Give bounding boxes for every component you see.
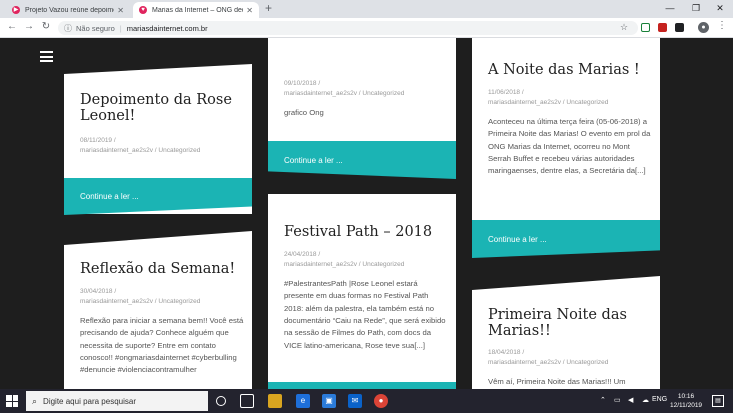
post-date[interactable]: 11/06/2018 [488,89,520,96]
address-toolbar: ← → ↻ ⓘ Não seguro | mariasdainternet.co… [0,18,733,38]
clock[interactable]: 10:16 12/11/2019 [670,392,702,410]
divider: | [119,23,122,33]
post-card: Reflexão da Semana! 30/04/2018 / mariasd… [64,231,252,389]
extension-icon[interactable] [675,23,684,32]
mail-icon[interactable]: ✉ [348,394,362,408]
url-text: mariasdainternet.com.br [126,23,208,33]
hamburger-menu-icon[interactable] [40,51,53,62]
close-icon[interactable]: ✕ [117,6,124,15]
post-excerpt: Aconteceu na última terça feira (05-06-2… [488,117,651,176]
heart-icon: ♥ [139,6,147,14]
post-title[interactable]: Depoimento da Rose Leonel! [80,92,245,125]
post-author[interactable]: mariasdainternet_ae2s2v [80,298,153,305]
security-label: Não seguro [76,23,115,33]
clock-time: 10:16 [677,393,695,400]
store-icon[interactable]: ▣ [322,394,336,408]
post-meta: 11/06/2018 / mariasdainternet_ae2s2v / U… [488,89,609,107]
search-placeholder: Digite aqui para pesquisar [43,396,136,406]
tab-title: Marias da Internet – ONG dedica [152,6,243,14]
people-icon[interactable]: ⌃ [600,396,606,404]
post-category[interactable]: Uncategorized [362,261,404,268]
volume-icon[interactable]: ◀ [628,396,633,404]
search-icon: ⌕ [32,395,38,406]
edge-icon[interactable]: e [296,394,310,408]
post-meta: 30/04/2018 / mariasdainternet_ae2s2v / U… [80,288,201,306]
post-category[interactable]: Uncategorized [158,147,200,154]
tab-marias-da-internet[interactable]: ♥ Marias da Internet – ONG dedica ✕ [133,2,259,18]
language-indicator[interactable]: ENG [652,396,667,403]
post-card: Festival Path – 2018 24/04/2018 / marias… [268,194,456,389]
post-author[interactable]: mariasdainternet_ae2s2v [488,359,561,366]
back-icon[interactable]: ← [5,21,19,32]
post-category[interactable]: Uncategorized [566,99,608,106]
minimize-icon[interactable]: — [660,0,680,16]
post-card: 09/10/2018 / mariasdainternet_ae2s2v / U… [268,38,456,153]
post-category[interactable]: Uncategorized [362,90,404,97]
post-title[interactable]: Festival Path – 2018 [284,224,449,241]
link-label: Continue a ler ... [488,234,547,244]
new-tab-button[interactable]: + [265,1,272,15]
forward-icon[interactable]: → [22,21,36,32]
post-card: A Noite das Marias ! 11/06/2018 / marias… [472,38,660,223]
post-excerpt: #PalestrantesPath |Rose Leonel estará pr… [284,279,446,350]
post-excerpt: Vêm aí, Primeira Noite das Marias!!! Um [488,377,626,386]
post-title[interactable]: Primeira Noite das Marias!! [488,307,653,340]
post-meta: 24/04/2018 / mariasdainternet_ae2s2v / U… [284,251,405,269]
post-title[interactable]: A Noite das Marias ! [488,62,653,79]
tab-projeto-vazou[interactable]: ▶ Projeto Vazou reúne depoimentos ✕ [6,2,130,18]
continue-reading-link[interactable]: Continue a ler ... [268,141,456,179]
chrome-icon[interactable]: ● [374,394,388,408]
link-label: Continue a ler ... [80,192,139,201]
post-author[interactable]: mariasdainternet_ae2s2v [284,261,357,268]
maximize-icon[interactable]: ❐ [686,0,706,16]
post-meta: 09/10/2018 / mariasdainternet_ae2s2v / U… [284,80,405,98]
post-meta: 18/04/2018 / mariasdainternet_ae2s2v / U… [488,349,609,367]
cortana-icon[interactable] [216,396,226,406]
post-card: Primeira Noite das Marias!! 18/04/2018 /… [472,276,660,389]
close-icon[interactable]: ✕ [246,6,253,15]
post-author[interactable]: mariasdainternet_ae2s2v [284,90,357,97]
file-explorer-icon[interactable] [268,394,282,408]
clock-date: 12/11/2019 [670,402,703,410]
link-label: Continue a ler ... [284,155,343,165]
close-window-icon[interactable]: ✕ [710,0,730,16]
youtube-icon: ▶ [12,6,20,14]
post-meta: 08/11/2019 / mariasdainternet_ae2s2v / U… [80,137,201,155]
task-view-icon[interactable] [240,394,254,408]
post-date[interactable]: 24/04/2018 [284,251,317,258]
post-excerpt: grafico Ong [284,108,324,117]
info-icon[interactable]: ⓘ [64,23,72,34]
post-title[interactable]: Reflexão da Semana! [80,261,245,278]
profile-avatar[interactable]: ● [698,22,709,33]
post-date[interactable]: 30/04/2018 [80,288,113,295]
notifications-icon[interactable]: ▤ [712,395,724,407]
website-viewport: Depoimento da Rose Leonel! 08/11/2019 / … [0,38,733,389]
continue-reading-link[interactable]: Continue a ler ... [472,220,660,258]
extension-icon[interactable] [641,23,650,32]
taskbar-search-input[interactable]: ⌕ Digite aqui para pesquisar [26,391,208,411]
continue-reading-link[interactable] [268,382,456,389]
menu-kebab-icon[interactable]: ⋮ [717,20,727,31]
post-author[interactable]: mariasdainternet_ae2s2v [488,99,561,106]
post-date[interactable]: 09/10/2018 [284,80,317,87]
post-date[interactable]: 18/04/2018 [488,349,521,356]
bookmark-star-icon[interactable]: ☆ [620,22,628,33]
url-bar[interactable]: ⓘ Não seguro | mariasdainternet.com.br [58,21,638,35]
post-excerpt: Reflexão para iniciar a semana bem!! Voc… [80,316,244,375]
post-category[interactable]: Uncategorized [158,298,200,305]
extension-icon[interactable] [658,23,667,32]
reload-icon[interactable]: ↻ [39,21,53,32]
post-author[interactable]: mariasdainternet_ae2s2v [80,147,153,154]
windows-start-icon[interactable] [6,395,18,407]
post-category[interactable]: Uncategorized [566,359,608,366]
post-date[interactable]: 08/11/2019 [80,137,112,144]
taskbar: ⌕ Digite aqui para pesquisar e ▣ ✉ ● ⌃ ▭… [0,389,733,413]
tab-title: Projeto Vazou reúne depoimentos [25,6,114,14]
network-icon[interactable]: ▭ [614,396,621,404]
cloud-icon[interactable]: ☁ [642,396,649,404]
browser-tab-bar: ▶ Projeto Vazou reúne depoimentos ✕ ♥ Ma… [0,0,733,18]
